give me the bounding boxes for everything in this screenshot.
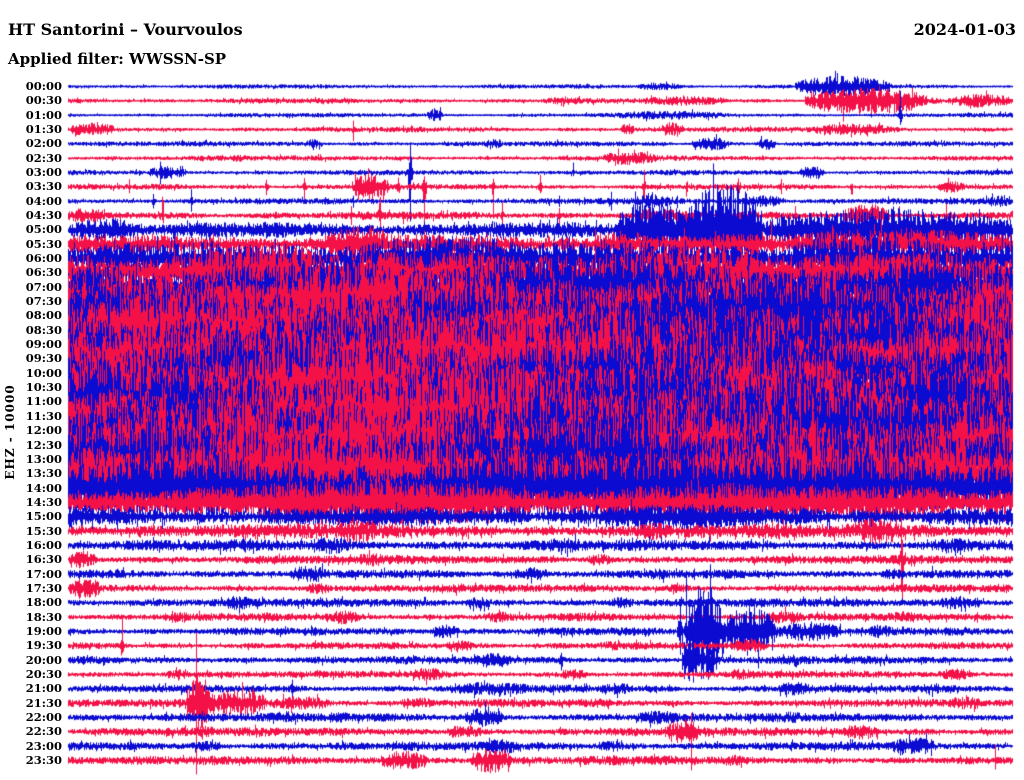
time-label: 03:30 bbox=[25, 179, 62, 194]
seismogram-canvas bbox=[0, 0, 1024, 780]
time-label: 02:00 bbox=[25, 136, 62, 151]
time-label: 04:30 bbox=[25, 208, 62, 223]
time-label: 12:30 bbox=[25, 437, 62, 452]
date-label: 2024-01-03 bbox=[913, 20, 1016, 39]
time-label: 18:30 bbox=[25, 609, 62, 624]
time-label: 15:00 bbox=[25, 509, 62, 524]
time-label: 07:30 bbox=[25, 294, 62, 309]
time-label: 15:30 bbox=[25, 523, 62, 538]
filter-label: Applied filter: WWSSN-SP bbox=[8, 50, 227, 68]
time-label: 01:00 bbox=[25, 107, 62, 122]
time-label: 05:00 bbox=[25, 222, 62, 237]
time-label: 13:30 bbox=[25, 466, 62, 481]
time-label: 11:00 bbox=[25, 394, 62, 409]
time-label: 08:30 bbox=[25, 322, 62, 337]
time-label: 09:00 bbox=[25, 337, 62, 352]
time-label: 08:00 bbox=[25, 308, 62, 323]
station-title: HT Santorini – Vourvoulos bbox=[8, 20, 243, 39]
time-label: 10:00 bbox=[25, 365, 62, 380]
time-label: 20:00 bbox=[25, 652, 62, 667]
time-label: 06:00 bbox=[25, 251, 62, 266]
time-label: 06:30 bbox=[25, 265, 62, 280]
time-label: 16:30 bbox=[25, 552, 62, 567]
time-label: 22:00 bbox=[25, 709, 62, 724]
time-label: 17:00 bbox=[25, 566, 62, 581]
time-label: 14:00 bbox=[25, 480, 62, 495]
time-label: 22:30 bbox=[25, 724, 62, 739]
time-label: 19:00 bbox=[25, 623, 62, 638]
time-label: 21:00 bbox=[25, 681, 62, 696]
time-label: 19:30 bbox=[25, 638, 62, 653]
time-label: 16:00 bbox=[25, 537, 62, 552]
time-label: 02:30 bbox=[25, 150, 62, 165]
time-label: 21:30 bbox=[25, 695, 62, 710]
time-label: 00:30 bbox=[25, 93, 62, 108]
time-label: 05:30 bbox=[25, 236, 62, 251]
time-label: 01:30 bbox=[25, 122, 62, 137]
time-label: 04:00 bbox=[25, 193, 62, 208]
time-label: 11:30 bbox=[25, 408, 62, 423]
time-label: 14:30 bbox=[25, 494, 62, 509]
time-label: 13:00 bbox=[25, 451, 62, 466]
time-label: 10:30 bbox=[25, 380, 62, 395]
time-label: 17:30 bbox=[25, 580, 62, 595]
time-label: 20:30 bbox=[25, 666, 62, 681]
time-label: 23:30 bbox=[25, 752, 62, 767]
time-label: 03:00 bbox=[25, 165, 62, 180]
time-label: 18:00 bbox=[25, 595, 62, 610]
time-label: 09:30 bbox=[25, 351, 62, 366]
time-label: 23:00 bbox=[25, 738, 62, 753]
helicorder-page: HT Santorini – Vourvoulos Applied filter… bbox=[0, 0, 1024, 780]
time-label: 00:00 bbox=[25, 79, 62, 93]
time-label: 07:00 bbox=[25, 279, 62, 294]
time-label: 12:00 bbox=[25, 423, 62, 438]
